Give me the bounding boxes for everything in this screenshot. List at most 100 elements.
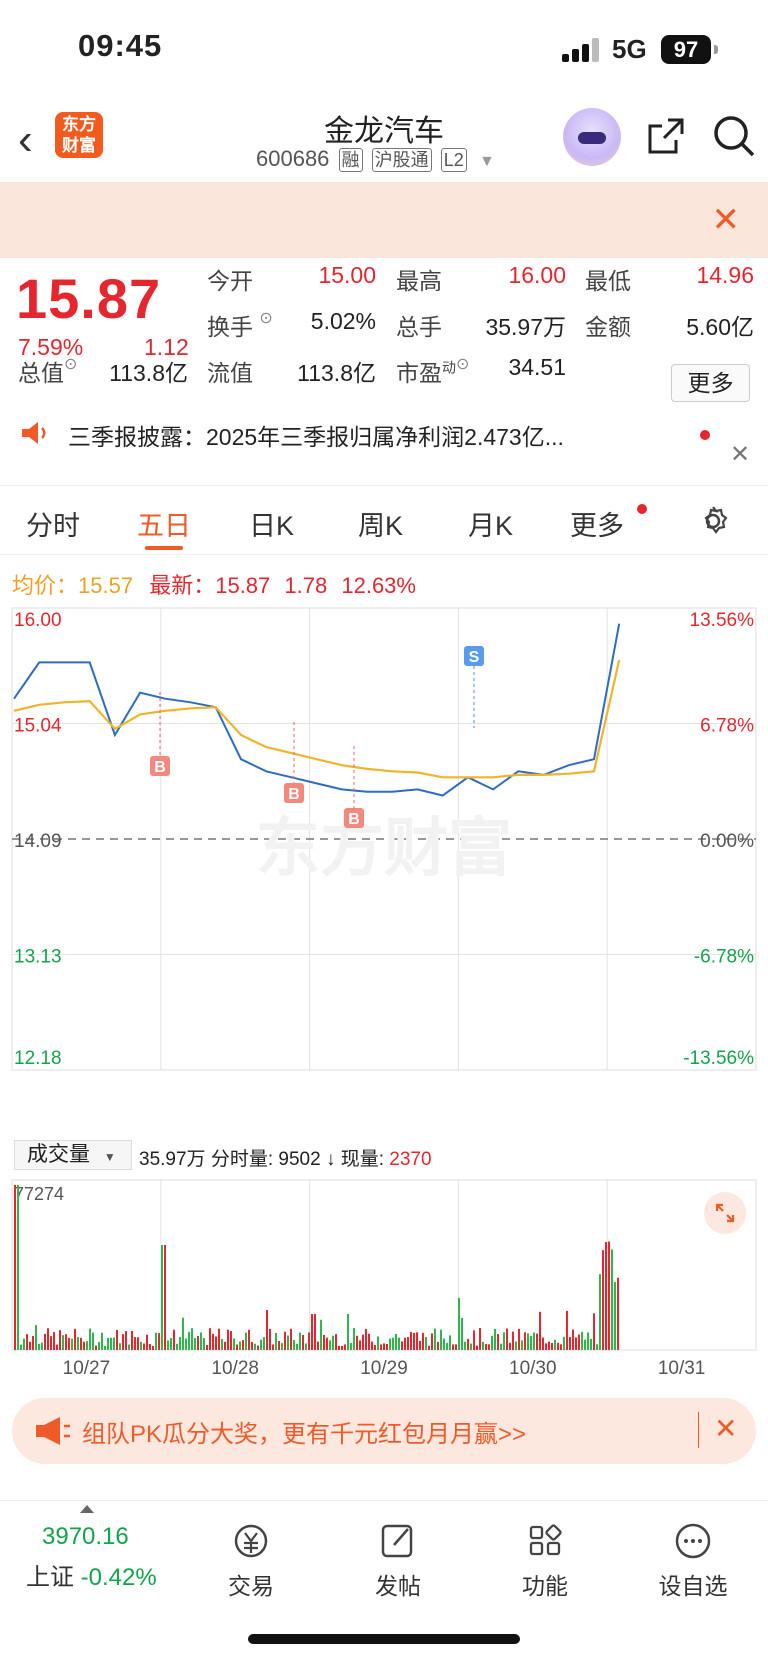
volume-bar: [41, 1342, 43, 1350]
search-icon[interactable]: [712, 114, 756, 158]
volume-bar: [449, 1335, 451, 1350]
tab-five-day[interactable]: 五日: [137, 504, 191, 543]
volume-bar: [557, 1342, 559, 1350]
y-tick-label-pct: -13.56%: [683, 1048, 754, 1069]
tab-monthly-k[interactable]: 月K: [468, 504, 513, 543]
volume-stats: 35.97万 分时量: 9502 ↓ 现量: 2370: [139, 1149, 432, 1170]
volume-bar: [83, 1341, 85, 1350]
volume-bar: [233, 1338, 235, 1350]
volume-bar: [158, 1333, 160, 1350]
promo-banner[interactable]: 组队PK瓜分大奖，更有千元红包月月赢>> ✕: [12, 1398, 756, 1464]
info-icon: ⊙: [259, 310, 273, 327]
volume-bar: [74, 1328, 76, 1350]
volume-bar: [542, 1337, 544, 1350]
x-tick-label: 10/30: [509, 1358, 557, 1379]
news-ticker[interactable]: 三季报披露：2025年三季报归属净利润2.473亿... ✕: [0, 410, 768, 480]
volume-bar: [602, 1250, 604, 1350]
nav-trade[interactable]: 交易: [196, 1521, 306, 1601]
y-tick-label: 14.09: [14, 831, 62, 852]
volume-bar: [467, 1338, 469, 1350]
volume-bar: [122, 1334, 124, 1350]
volume-bar: [503, 1332, 505, 1350]
volume-bar: [68, 1337, 70, 1350]
volume-bar: [326, 1337, 328, 1350]
status-time: 09:45: [78, 28, 163, 63]
volume-chart[interactable]: 77274: [0, 1172, 768, 1362]
network-type: 5G: [612, 34, 647, 64]
volume-bar: [167, 1340, 169, 1350]
volume-bar: [137, 1337, 139, 1350]
volume-bar: [38, 1343, 40, 1350]
close-icon[interactable]: ✕: [712, 200, 741, 240]
close-icon[interactable]: ✕: [714, 1412, 737, 1445]
volume-bar: [473, 1330, 475, 1350]
volume-bar: [524, 1332, 526, 1350]
volume-bar: [497, 1334, 499, 1350]
volume-bar: [533, 1332, 535, 1350]
nav-post[interactable]: 发帖: [343, 1521, 453, 1601]
stock-code-line[interactable]: 600686 融 沪股通 L2 ▼: [256, 146, 495, 172]
volume-bar: [515, 1341, 517, 1350]
volume-bar: [287, 1335, 289, 1350]
volume-bar: [239, 1341, 241, 1350]
price-chart[interactable]: 东方财富 16.00 15.04 14.09 13.13 12.18 13.56% 6.78%…: [0, 600, 768, 1140]
volume-bar: [440, 1329, 442, 1350]
legend-pct: 12.63%: [341, 573, 416, 598]
share-icon[interactable]: [646, 116, 686, 156]
tab-weekly-k[interactable]: 周K: [358, 504, 403, 543]
volume-bar: [35, 1325, 37, 1350]
tab-daily-k[interactable]: 日K: [249, 504, 294, 543]
volume-bar: [605, 1242, 607, 1350]
volume-bar: [230, 1331, 232, 1350]
volume-bar: [530, 1335, 532, 1350]
volume-bar: [395, 1333, 397, 1350]
expand-up-icon[interactable]: [80, 1505, 94, 1513]
high-label: 最高: [396, 268, 442, 294]
volume-bar: [569, 1336, 571, 1350]
volume-bar: [92, 1332, 94, 1350]
index-ticker[interactable]: 上证 -0.42%: [26, 1557, 157, 1592]
volume-bar: [275, 1332, 277, 1350]
volume-indicator-select[interactable]: 成交量 ▼: [14, 1140, 132, 1170]
volume-bar: [197, 1336, 199, 1350]
volume-bar: [419, 1340, 421, 1350]
volume-bar: [332, 1335, 334, 1350]
volume-bar: [56, 1344, 58, 1350]
volume-bar: [194, 1338, 196, 1350]
nav-add-watchlist[interactable]: 设自选: [638, 1521, 748, 1601]
volume-bar: [398, 1337, 400, 1350]
volume-bar: [485, 1343, 487, 1350]
volume-bar: [428, 1345, 430, 1350]
gear-icon[interactable]: [696, 504, 730, 538]
tab-intraday[interactable]: 分时: [26, 504, 80, 543]
y-tick-label-pct: 0.00%: [700, 831, 754, 852]
marker-label: B: [288, 786, 300, 803]
volume-bar: [539, 1311, 541, 1350]
pe-label[interactable]: 市盈动⊙: [396, 354, 469, 388]
volume-bar: [500, 1343, 502, 1350]
volume-bar: [146, 1334, 148, 1350]
turnover-label[interactable]: 换手 ⊙: [207, 308, 273, 342]
volume-bar: [308, 1332, 310, 1350]
volume-bar: [545, 1343, 547, 1350]
more-button[interactable]: 更多: [671, 364, 750, 402]
tab-more[interactable]: 更多: [570, 504, 624, 543]
assistant-avatar-icon[interactable]: [563, 108, 621, 166]
volume-bar: [176, 1343, 178, 1350]
status-bar: 09:45 5G 97: [0, 0, 768, 100]
volume-bar: [611, 1249, 613, 1350]
volume-bar: [479, 1328, 481, 1350]
fullscreen-button[interactable]: [704, 1192, 746, 1234]
volume-bar: [80, 1337, 82, 1350]
volume-bar: [584, 1339, 586, 1350]
volume-bar: [365, 1328, 367, 1350]
volume-bar: [455, 1344, 457, 1350]
x-tick-label: 10/29: [360, 1358, 408, 1379]
quote-panel: 15.87 7.59% 1.12 今开 15.00 最高 16.00 最低 14…: [0, 258, 768, 408]
edit-icon: [381, 1524, 413, 1558]
close-icon[interactable]: ✕: [730, 440, 750, 469]
volume-bar: [89, 1328, 91, 1350]
nav-functions[interactable]: 功能: [490, 1521, 600, 1601]
mktcap-label[interactable]: 总值⊙: [18, 354, 77, 388]
stock-header: ‹ 东方 财富 金龙汽车 600686 融 沪股通 L2 ▼: [0, 100, 768, 182]
